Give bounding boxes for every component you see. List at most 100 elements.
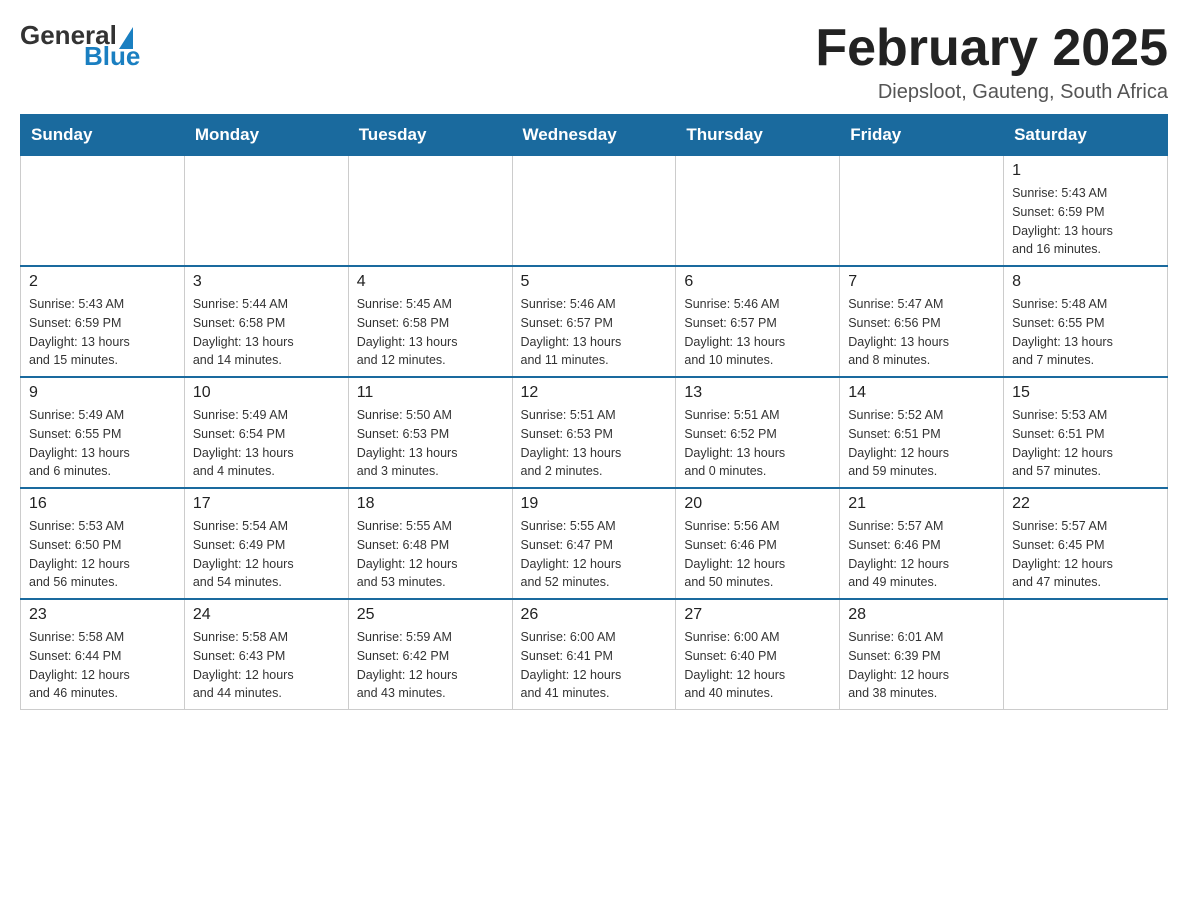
calendar-week-row: 2 Sunrise: 5:43 AMSunset: 6:59 PMDaylight… bbox=[21, 266, 1168, 377]
day-number: 5 bbox=[521, 273, 668, 291]
day-info: Sunrise: 5:55 AMSunset: 6:48 PMDaylight:… bbox=[357, 517, 504, 592]
day-info: Sunrise: 5:51 AMSunset: 6:53 PMDaylight:… bbox=[521, 406, 668, 481]
calendar-week-row: 23 Sunrise: 5:58 AMSunset: 6:44 PMDayligh… bbox=[21, 599, 1168, 710]
calendar-cell bbox=[1004, 599, 1168, 710]
calendar-cell bbox=[512, 156, 676, 267]
day-info: Sunrise: 5:55 AMSunset: 6:47 PMDaylight:… bbox=[521, 517, 668, 592]
calendar-cell: 19 Sunrise: 5:55 AMSunset: 6:47 PMDayligh… bbox=[512, 488, 676, 599]
day-number: 4 bbox=[357, 273, 504, 291]
calendar-cell: 28 Sunrise: 6:01 AMSunset: 6:39 PMDayligh… bbox=[840, 599, 1004, 710]
day-info: Sunrise: 5:58 AMSunset: 6:44 PMDaylight:… bbox=[29, 628, 176, 703]
location-text: Diepsloot, Gauteng, South Africa bbox=[815, 81, 1168, 104]
calendar-cell: 12 Sunrise: 5:51 AMSunset: 6:53 PMDayligh… bbox=[512, 377, 676, 488]
calendar-cell: 22 Sunrise: 5:57 AMSunset: 6:45 PMDayligh… bbox=[1004, 488, 1168, 599]
day-number: 13 bbox=[684, 384, 831, 402]
header-monday: Monday bbox=[184, 115, 348, 156]
day-number: 20 bbox=[684, 495, 831, 513]
calendar-cell: 14Sunrise: 5:52 AMSunset: 6:51 PMDayligh… bbox=[840, 377, 1004, 488]
day-info: Sunrise: 6:00 AMSunset: 6:41 PMDaylight:… bbox=[521, 628, 668, 703]
calendar-week-row: 1 Sunrise: 5:43 AMSunset: 6:59 PMDaylight… bbox=[21, 156, 1168, 267]
day-number: 21 bbox=[848, 495, 995, 513]
header-friday: Friday bbox=[840, 115, 1004, 156]
day-info: Sunrise: 5:43 AMSunset: 6:59 PMDaylight:… bbox=[29, 295, 176, 370]
day-info: Sunrise: 5:47 AMSunset: 6:56 PMDaylight:… bbox=[848, 295, 995, 370]
day-number: 9 bbox=[29, 384, 176, 402]
calendar-cell: 9Sunrise: 5:49 AMSunset: 6:55 PMDaylight… bbox=[21, 377, 185, 488]
logo: General Blue bbox=[20, 20, 140, 72]
calendar-week-row: 9Sunrise: 5:49 AMSunset: 6:55 PMDaylight… bbox=[21, 377, 1168, 488]
day-number: 19 bbox=[521, 495, 668, 513]
day-number: 2 bbox=[29, 273, 176, 291]
calendar-cell: 18 Sunrise: 5:55 AMSunset: 6:48 PMDayligh… bbox=[348, 488, 512, 599]
day-number: 22 bbox=[1012, 495, 1159, 513]
calendar-cell: 3 Sunrise: 5:44 AMSunset: 6:58 PMDaylight… bbox=[184, 266, 348, 377]
calendar-cell: 1 Sunrise: 5:43 AMSunset: 6:59 PMDaylight… bbox=[1004, 156, 1168, 267]
day-number: 7 bbox=[848, 273, 995, 291]
day-number: 14 bbox=[848, 384, 995, 402]
month-title: February 2025 bbox=[815, 20, 1168, 77]
logo-blue-text: Blue bbox=[82, 41, 140, 72]
day-info: Sunrise: 5:56 AMSunset: 6:46 PMDaylight:… bbox=[684, 517, 831, 592]
day-info: Sunrise: 5:58 AMSunset: 6:43 PMDaylight:… bbox=[193, 628, 340, 703]
calendar-cell: 6Sunrise: 5:46 AMSunset: 6:57 PMDaylight… bbox=[676, 266, 840, 377]
day-number: 18 bbox=[357, 495, 504, 513]
calendar-cell: 15Sunrise: 5:53 AMSunset: 6:51 PMDayligh… bbox=[1004, 377, 1168, 488]
day-info: Sunrise: 5:54 AMSunset: 6:49 PMDaylight:… bbox=[193, 517, 340, 592]
day-number: 17 bbox=[193, 495, 340, 513]
page-header: General Blue February 2025 Diepsloot, Ga… bbox=[20, 20, 1168, 104]
day-info: Sunrise: 5:46 AMSunset: 6:57 PMDaylight:… bbox=[521, 295, 668, 370]
calendar-cell bbox=[676, 156, 840, 267]
day-number: 1 bbox=[1012, 162, 1159, 180]
day-number: 8 bbox=[1012, 273, 1159, 291]
calendar-cell: 10 Sunrise: 5:49 AMSunset: 6:54 PMDayligh… bbox=[184, 377, 348, 488]
day-info: Sunrise: 5:50 AMSunset: 6:53 PMDaylight:… bbox=[357, 406, 504, 481]
calendar-cell bbox=[184, 156, 348, 267]
day-number: 3 bbox=[193, 273, 340, 291]
day-info: Sunrise: 5:44 AMSunset: 6:58 PMDaylight:… bbox=[193, 295, 340, 370]
header-saturday: Saturday bbox=[1004, 115, 1168, 156]
calendar-cell: 23 Sunrise: 5:58 AMSunset: 6:44 PMDayligh… bbox=[21, 599, 185, 710]
calendar-cell bbox=[840, 156, 1004, 267]
day-info: Sunrise: 5:45 AMSunset: 6:58 PMDaylight:… bbox=[357, 295, 504, 370]
calendar-cell: 11Sunrise: 5:50 AMSunset: 6:53 PMDayligh… bbox=[348, 377, 512, 488]
day-number: 24 bbox=[193, 606, 340, 624]
day-info: Sunrise: 5:48 AMSunset: 6:55 PMDaylight:… bbox=[1012, 295, 1159, 370]
day-info: Sunrise: 5:46 AMSunset: 6:57 PMDaylight:… bbox=[684, 295, 831, 370]
day-info: Sunrise: 5:57 AMSunset: 6:45 PMDaylight:… bbox=[1012, 517, 1159, 592]
calendar-cell: 2 Sunrise: 5:43 AMSunset: 6:59 PMDaylight… bbox=[21, 266, 185, 377]
day-info: Sunrise: 5:59 AMSunset: 6:42 PMDaylight:… bbox=[357, 628, 504, 703]
calendar-cell: 24 Sunrise: 5:58 AMSunset: 6:43 PMDayligh… bbox=[184, 599, 348, 710]
day-info: Sunrise: 5:49 AMSunset: 6:54 PMDaylight:… bbox=[193, 406, 340, 481]
header-thursday: Thursday bbox=[676, 115, 840, 156]
day-info: Sunrise: 5:51 AMSunset: 6:52 PMDaylight:… bbox=[684, 406, 831, 481]
header-wednesday: Wednesday bbox=[512, 115, 676, 156]
day-number: 16 bbox=[29, 495, 176, 513]
calendar-cell: 7 Sunrise: 5:47 AMSunset: 6:56 PMDaylight… bbox=[840, 266, 1004, 377]
day-info: Sunrise: 6:00 AMSunset: 6:40 PMDaylight:… bbox=[684, 628, 831, 703]
calendar-cell: 13 Sunrise: 5:51 AMSunset: 6:52 PMDayligh… bbox=[676, 377, 840, 488]
title-section: February 2025 Diepsloot, Gauteng, South … bbox=[815, 20, 1168, 104]
calendar-cell: 4 Sunrise: 5:45 AMSunset: 6:58 PMDaylight… bbox=[348, 266, 512, 377]
calendar-cell: 27Sunrise: 6:00 AMSunset: 6:40 PMDayligh… bbox=[676, 599, 840, 710]
day-number: 10 bbox=[193, 384, 340, 402]
calendar-cell: 5 Sunrise: 5:46 AMSunset: 6:57 PMDaylight… bbox=[512, 266, 676, 377]
calendar-cell: 21Sunrise: 5:57 AMSunset: 6:46 PMDayligh… bbox=[840, 488, 1004, 599]
day-number: 26 bbox=[521, 606, 668, 624]
calendar-week-row: 16 Sunrise: 5:53 AMSunset: 6:50 PMDayligh… bbox=[21, 488, 1168, 599]
calendar-cell bbox=[21, 156, 185, 267]
calendar-table: SundayMondayTuesdayWednesdayThursdayFrid… bbox=[20, 114, 1168, 710]
header-sunday: Sunday bbox=[21, 115, 185, 156]
day-info: Sunrise: 5:43 AMSunset: 6:59 PMDaylight:… bbox=[1012, 184, 1159, 259]
day-number: 28 bbox=[848, 606, 995, 624]
day-info: Sunrise: 5:53 AMSunset: 6:51 PMDaylight:… bbox=[1012, 406, 1159, 481]
calendar-cell: 16 Sunrise: 5:53 AMSunset: 6:50 PMDayligh… bbox=[21, 488, 185, 599]
header-tuesday: Tuesday bbox=[348, 115, 512, 156]
day-number: 25 bbox=[357, 606, 504, 624]
calendar-cell: 8 Sunrise: 5:48 AMSunset: 6:55 PMDaylight… bbox=[1004, 266, 1168, 377]
calendar-cell: 17 Sunrise: 5:54 AMSunset: 6:49 PMDayligh… bbox=[184, 488, 348, 599]
day-number: 12 bbox=[521, 384, 668, 402]
day-number: 23 bbox=[29, 606, 176, 624]
calendar-cell bbox=[348, 156, 512, 267]
day-info: Sunrise: 5:53 AMSunset: 6:50 PMDaylight:… bbox=[29, 517, 176, 592]
day-info: Sunrise: 6:01 AMSunset: 6:39 PMDaylight:… bbox=[848, 628, 995, 703]
